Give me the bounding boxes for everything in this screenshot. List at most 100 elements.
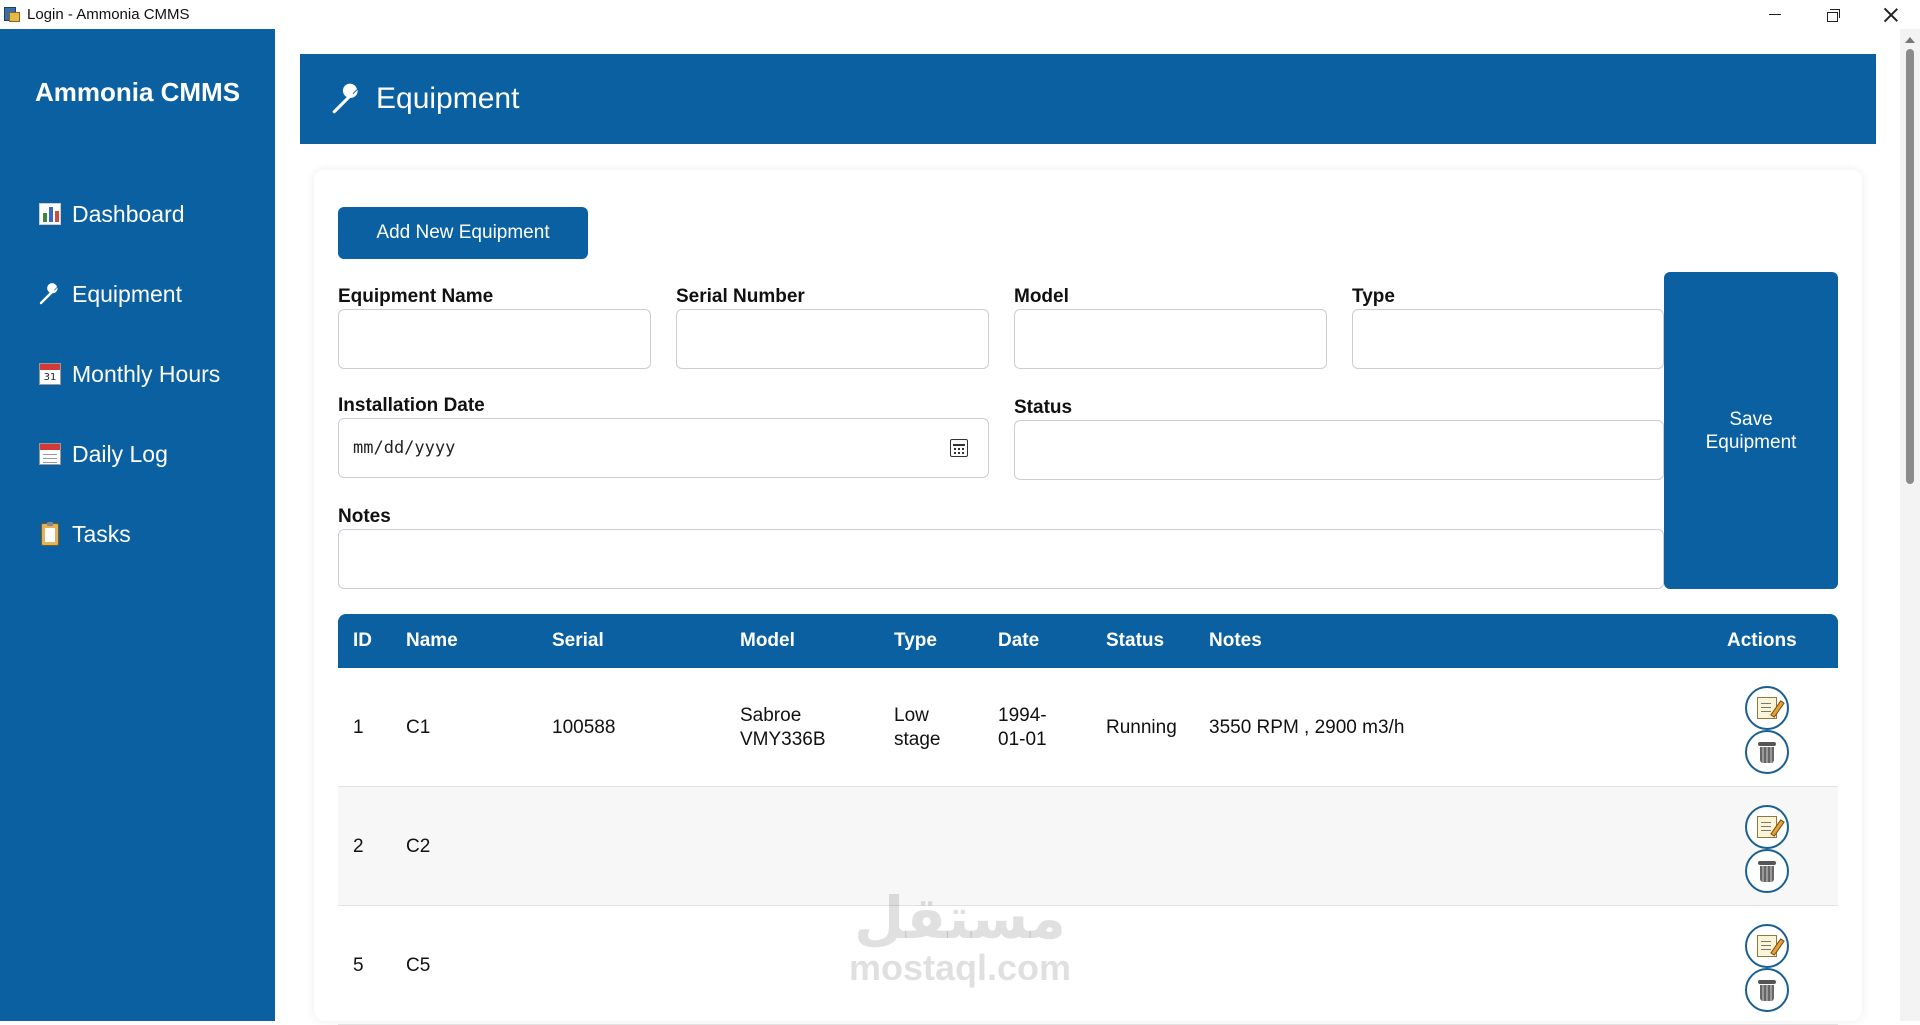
sidebar-item-label: Monthly Hours: [72, 360, 221, 387]
calendar-icon: 31: [38, 362, 62, 386]
column-header-serial: Serial: [552, 630, 604, 651]
edit-button[interactable]: [1745, 924, 1789, 968]
sidebar-item-label: Equipment: [72, 280, 182, 307]
cell-date-line2: 01-01: [998, 728, 1047, 750]
tear-off-calendar-icon: [38, 442, 62, 466]
sidebar-item-label: Tasks: [72, 520, 131, 547]
restore-icon: [1827, 9, 1840, 22]
scroll-up-arrow-icon[interactable]: [1905, 37, 1915, 43]
column-header-id: ID: [353, 630, 372, 651]
page-header: Equipment: [300, 54, 1876, 144]
table-row: 2 C2: [338, 787, 1838, 906]
cell-date: 1994- 01-01: [998, 668, 1047, 787]
edit-icon: [1757, 816, 1777, 838]
equipment-name-label: Equipment Name: [338, 286, 494, 307]
row-actions: [1745, 805, 1795, 893]
delete-button[interactable]: [1745, 968, 1789, 1012]
close-button[interactable]: [1862, 0, 1920, 29]
bar-chart-icon: [38, 202, 62, 226]
model-label: Model: [1014, 286, 1069, 307]
scrollbar-thumb[interactable]: [1906, 49, 1914, 484]
notes-label: Notes: [338, 506, 391, 527]
cell-model-line2: VMY336B: [740, 728, 826, 750]
sidebar-item-monthly-hours[interactable]: 31 Monthly Hours: [38, 334, 220, 414]
trash-icon: [1758, 979, 1776, 1001]
cell-type-line2: stage: [894, 728, 941, 750]
sidebar: Ammonia CMMS Dashboard Equipment 31 Mont…: [0, 29, 275, 1021]
column-header-type: Type: [894, 630, 937, 651]
sidebar-item-equipment[interactable]: Equipment: [38, 254, 220, 334]
column-header-name: Name: [406, 630, 458, 651]
sidebar-item-label: Daily Log: [72, 440, 168, 467]
save-equipment-button[interactable]: Save Equipment: [1664, 272, 1838, 589]
row-actions: [1745, 924, 1795, 1012]
cell-model-line1: Sabroe: [740, 704, 802, 726]
cell-id: 5: [353, 954, 364, 976]
brand-title: Ammonia CMMS: [34, 77, 241, 107]
minimize-button[interactable]: [1746, 0, 1804, 29]
page-title: Equipment: [376, 82, 520, 115]
minimize-icon: [1769, 14, 1781, 15]
save-button-label-line1: Save: [1729, 408, 1773, 430]
edit-button[interactable]: [1745, 805, 1789, 849]
type-input[interactable]: [1352, 309, 1664, 369]
cell-name: C5: [406, 954, 431, 976]
date-placeholder: mm/dd/yyyy: [353, 438, 456, 458]
installation-date-label: Installation Date: [338, 395, 485, 416]
trash-icon: [1758, 860, 1776, 882]
cell-date-line1: 1994-: [998, 704, 1047, 726]
cell-model: Sabroe VMY336B: [740, 668, 826, 787]
column-header-model: Model: [740, 630, 795, 651]
type-label: Type: [1352, 286, 1395, 307]
cell-serial: 100588: [552, 716, 616, 738]
clipboard-icon: [38, 521, 62, 546]
installation-date-input[interactable]: mm/dd/yyyy: [338, 418, 989, 478]
window-titlebar: Login - Ammonia CMMS: [0, 0, 1920, 29]
save-button-label-line2: Equipment: [1705, 431, 1797, 453]
cell-name: C1: [406, 716, 431, 738]
cell-id: 2: [353, 835, 364, 857]
column-header-status: Status: [1106, 630, 1165, 651]
app-icon: [4, 6, 21, 23]
edit-button[interactable]: [1745, 686, 1789, 730]
sidebar-item-dashboard[interactable]: Dashboard: [38, 174, 220, 254]
add-new-equipment-button[interactable]: Add New Equipment: [338, 207, 588, 259]
window-title: Login - Ammonia CMMS: [27, 6, 190, 23]
cell-type-line1: Low: [894, 704, 929, 726]
edit-icon: [1757, 697, 1777, 719]
cell-status: Running: [1106, 716, 1177, 738]
table-row: 5 C5: [338, 906, 1838, 1025]
sidebar-item-tasks[interactable]: Tasks: [38, 494, 220, 574]
serial-number-input[interactable]: [676, 309, 989, 369]
table-header: ID Name Serial Model Type Date Status No…: [338, 614, 1838, 668]
close-icon: [1884, 8, 1898, 22]
sidebar-item-daily-log[interactable]: Daily Log: [38, 414, 220, 494]
trash-icon: [1758, 741, 1776, 763]
cell-name: C2: [406, 835, 431, 857]
restore-button[interactable]: [1804, 0, 1862, 29]
column-header-notes: Notes: [1209, 630, 1262, 651]
status-label: Status: [1014, 397, 1073, 418]
cell-id: 1: [353, 716, 364, 738]
table-row: 1 C1 100588 Sabroe VMY336B Low stage 1994-…: [338, 668, 1838, 787]
column-header-actions: Actions: [1727, 630, 1797, 651]
delete-button[interactable]: [1745, 730, 1789, 774]
vertical-scrollbar[interactable]: [1900, 29, 1920, 1021]
model-input[interactable]: [1014, 309, 1327, 369]
wrench-icon: [38, 282, 62, 306]
wrench-icon: [332, 83, 358, 114]
delete-button[interactable]: [1745, 849, 1789, 893]
cell-type: Low stage: [894, 668, 940, 787]
notes-input[interactable]: [338, 529, 1664, 589]
cell-notes: 3550 RPM , 2900 m3/h: [1209, 716, 1405, 738]
sidebar-item-label: Dashboard: [72, 200, 185, 227]
window-controls: [1746, 0, 1920, 29]
equipment-table: ID Name Serial Model Type Date Status No…: [338, 614, 1838, 1025]
status-input[interactable]: [1014, 420, 1664, 480]
row-actions: [1745, 686, 1795, 774]
sidebar-nav: Dashboard Equipment 31 Monthly Hours Dai…: [38, 174, 220, 574]
equipment-name-input[interactable]: [338, 309, 651, 369]
calendar-picker-icon[interactable]: [950, 439, 968, 457]
serial-number-label: Serial Number: [676, 286, 805, 307]
edit-icon: [1757, 935, 1777, 957]
